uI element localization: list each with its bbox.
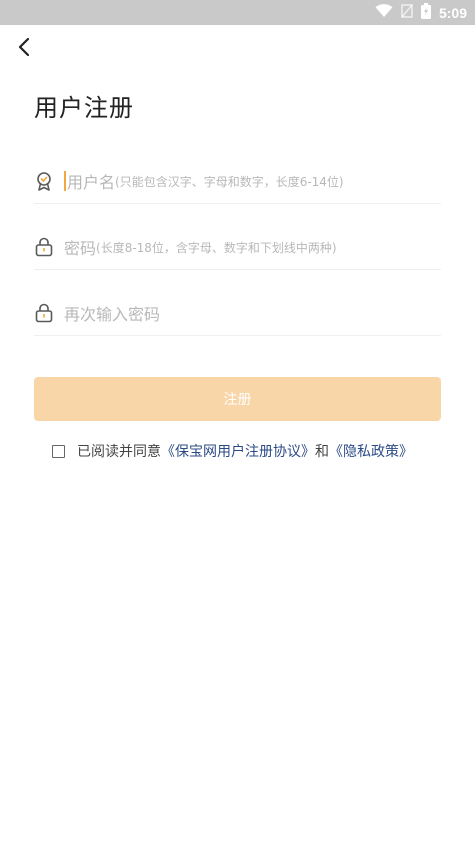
username-placeholder: 用户名 bbox=[67, 173, 116, 192]
password-input[interactable]: 密码 (长度8-18位，含字母、数字和下划线中两种) bbox=[64, 232, 441, 262]
status-time: 5:09 bbox=[438, 4, 467, 21]
agreement-prefix: 已阅读并同意 bbox=[77, 444, 161, 460]
username-hint: (只能包含汉字、字母和数字，长度6-14位) bbox=[115, 174, 344, 189]
chevron-left-icon bbox=[17, 37, 31, 61]
agreement-checkbox[interactable] bbox=[52, 444, 65, 458]
wifi-icon bbox=[375, 3, 393, 22]
confirm-password-placeholder: 再次输入密码 bbox=[64, 305, 161, 324]
confirm-password-field[interactable]: 再次输入密码 bbox=[34, 291, 441, 336]
register-button[interactable]: 注册 bbox=[34, 377, 441, 421]
text-caret bbox=[64, 171, 66, 191]
battery-icon bbox=[420, 2, 431, 23]
badge-icon bbox=[34, 171, 54, 191]
back-button[interactable] bbox=[10, 35, 38, 63]
agreement-and: 和 bbox=[315, 444, 329, 460]
user-agreement-link[interactable]: 《保宝网用户注册协议》 bbox=[161, 441, 315, 461]
lock-icon bbox=[34, 303, 54, 323]
privacy-policy-link[interactable]: 《隐私政策》 bbox=[329, 441, 413, 461]
page-title: 用户注册 bbox=[34, 94, 134, 122]
username-field[interactable]: 用户名 (只能包含汉字、字母和数字，长度6-14位) bbox=[34, 159, 441, 204]
agreement-row: 已阅读并同意 《保宝网用户注册协议》 和 《隐私政策》 bbox=[52, 439, 413, 463]
password-placeholder: 密码 bbox=[64, 239, 97, 258]
password-field[interactable]: 密码 (长度8-18位，含字母、数字和下划线中两种) bbox=[34, 225, 441, 270]
password-hint: (长度8-18位，含字母、数字和下划线中两种) bbox=[96, 240, 337, 255]
confirm-password-input[interactable]: 再次输入密码 bbox=[64, 298, 441, 328]
username-input[interactable]: 用户名 (只能包含汉字、字母和数字，长度6-14位) bbox=[64, 166, 441, 196]
status-icons: 5:09 bbox=[375, 0, 467, 25]
status-bar: 5:09 bbox=[0, 0, 475, 25]
signal-icon bbox=[401, 3, 413, 22]
lock-icon bbox=[34, 237, 54, 257]
